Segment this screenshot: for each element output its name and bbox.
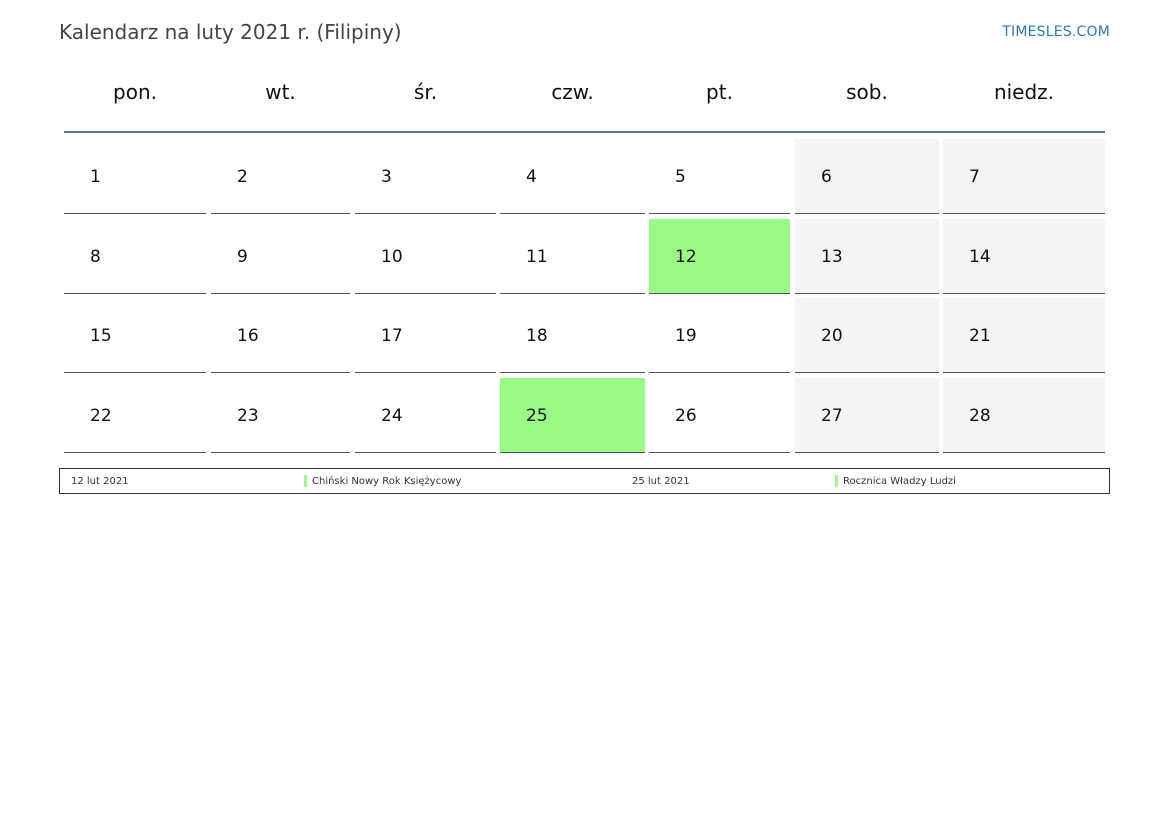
- day-cell[interactable]: 26: [649, 378, 790, 453]
- day-cell[interactable]: 6: [795, 139, 939, 214]
- day-number: 8: [90, 247, 101, 267]
- legend-name-1-text: Chiński Nowy Rok Księżycowy: [312, 476, 462, 487]
- holiday-swatch: [835, 475, 838, 487]
- day-number: 4: [526, 167, 537, 187]
- day-number: 18: [526, 326, 548, 346]
- day-cell[interactable]: 11: [500, 219, 645, 294]
- day-cell[interactable]: 18: [500, 298, 645, 373]
- holiday-swatch: [304, 475, 307, 487]
- day-cell[interactable]: 28: [943, 378, 1105, 453]
- legend-date-2: 25 lut 2021: [632, 476, 690, 487]
- day-number: 1: [90, 167, 101, 187]
- day-cell[interactable]: 17: [355, 298, 496, 373]
- day-number: 23: [237, 406, 259, 426]
- calendar-grid: 1 2 3 4 5 6 7 8 9 10 11 12 13 14 15 16 17 18 19 20 21 22 23 24 2…: [64, 139, 1105, 453]
- day-number: 25: [526, 406, 548, 426]
- day-cell[interactable]: 23: [211, 378, 350, 453]
- page-title: Kalendarz na luty 2021 r. (Filipiny): [59, 20, 402, 44]
- day-number: 15: [90, 326, 112, 346]
- day-cell[interactable]: 13: [795, 219, 939, 294]
- day-number: 14: [969, 247, 991, 267]
- day-number: 9: [237, 247, 248, 267]
- day-cell[interactable]: 22: [64, 378, 206, 453]
- day-cell[interactable]: 5: [649, 139, 790, 214]
- legend-name-2-text: Rocznica Władzy Ludzi: [843, 476, 956, 487]
- day-number: 12: [675, 247, 697, 267]
- weekday-label: pt.: [706, 80, 733, 104]
- day-number: 2: [237, 167, 248, 187]
- day-cell[interactable]: 8: [64, 219, 206, 294]
- day-number: 19: [675, 326, 697, 346]
- header-divider: [64, 131, 1105, 133]
- day-number: 20: [821, 326, 843, 346]
- holiday-legend: 12 lut 2021 Chiński Nowy Rok Księżycowy …: [59, 468, 1110, 494]
- day-cell[interactable]: 19: [649, 298, 790, 373]
- day-cell[interactable]: 12: [649, 219, 790, 294]
- legend-date-1: 12 lut 2021: [71, 476, 129, 487]
- day-number: 21: [969, 326, 991, 346]
- day-cell[interactable]: 24: [355, 378, 496, 453]
- day-cell[interactable]: 9: [211, 219, 350, 294]
- weekday-header: pon. wt. śr. czw. pt. sob. niedz.: [64, 80, 1105, 116]
- day-number: 27: [821, 406, 843, 426]
- day-number: 7: [969, 167, 980, 187]
- weekday-label: czw.: [551, 80, 594, 104]
- day-cell[interactable]: 16: [211, 298, 350, 373]
- day-cell[interactable]: 25: [500, 378, 645, 453]
- day-number: 28: [969, 406, 991, 426]
- weekday-label: sob.: [846, 80, 888, 104]
- day-cell[interactable]: 4: [500, 139, 645, 214]
- day-number: 24: [381, 406, 403, 426]
- day-cell[interactable]: 10: [355, 219, 496, 294]
- legend-name-1: Chiński Nowy Rok Księżycowy: [304, 475, 462, 487]
- weekday-label: wt.: [265, 80, 296, 104]
- day-number: 26: [675, 406, 697, 426]
- day-cell[interactable]: 14: [943, 219, 1105, 294]
- weekday-label: śr.: [413, 80, 438, 104]
- day-cell[interactable]: 21: [943, 298, 1105, 373]
- day-cell[interactable]: 3: [355, 139, 496, 214]
- day-cell[interactable]: 15: [64, 298, 206, 373]
- day-number: 16: [237, 326, 259, 346]
- day-number: 22: [90, 406, 112, 426]
- day-number: 10: [381, 247, 403, 267]
- site-link[interactable]: TIMESLES.COM: [1002, 24, 1110, 40]
- day-number: 11: [526, 247, 548, 267]
- day-number: 17: [381, 326, 403, 346]
- day-number: 13: [821, 247, 843, 267]
- day-number: 5: [675, 167, 686, 187]
- day-cell[interactable]: 20: [795, 298, 939, 373]
- day-number: 3: [381, 167, 392, 187]
- day-cell[interactable]: 27: [795, 378, 939, 453]
- day-cell[interactable]: 1: [64, 139, 206, 214]
- day-number: 6: [821, 167, 832, 187]
- weekday-label: niedz.: [993, 80, 1055, 104]
- legend-name-2: Rocznica Władzy Ludzi: [835, 475, 956, 487]
- weekday-label: pon.: [113, 80, 157, 104]
- day-cell[interactable]: 2: [211, 139, 350, 214]
- day-cell[interactable]: 7: [943, 139, 1105, 214]
